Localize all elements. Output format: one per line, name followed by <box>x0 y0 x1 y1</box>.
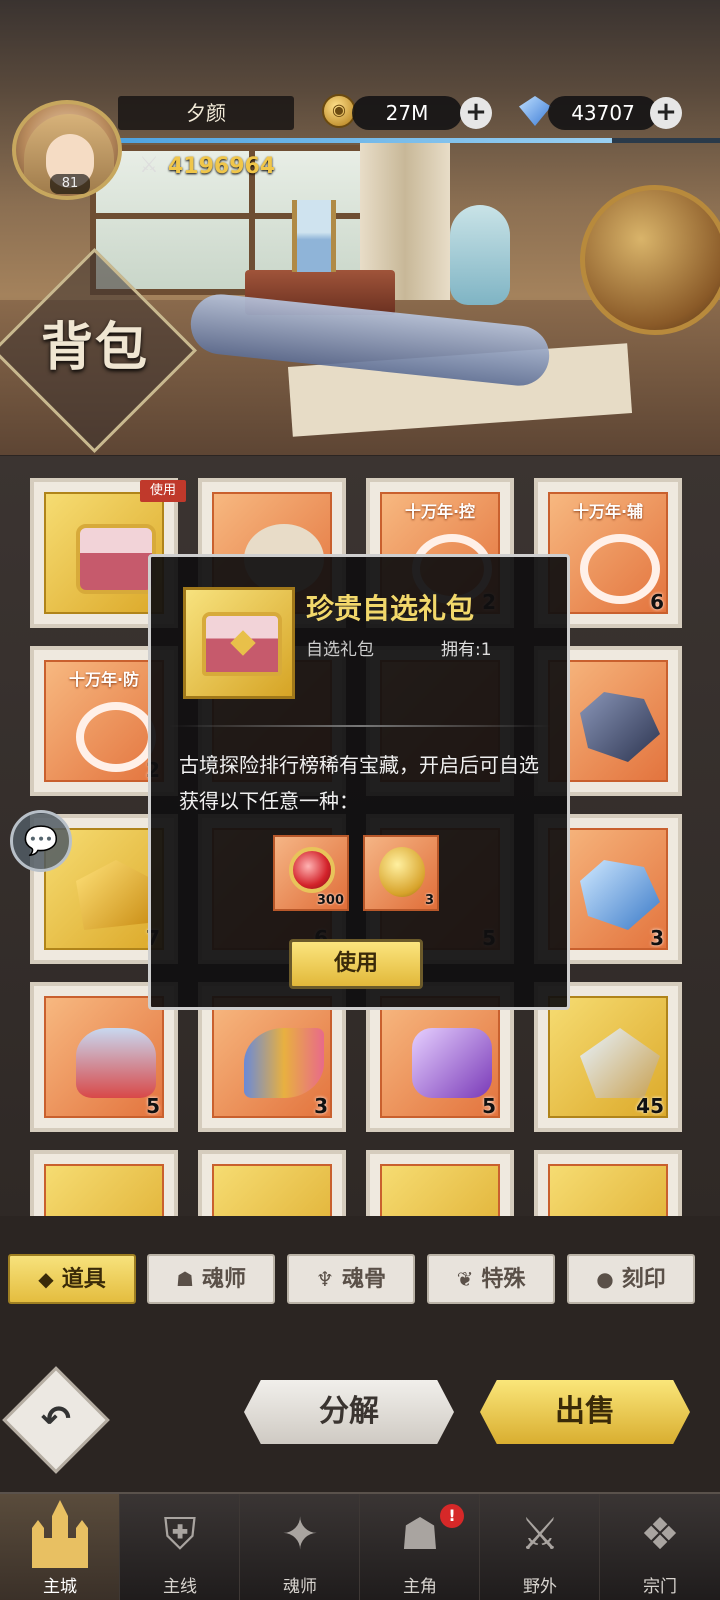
gold-medal-icon <box>379 847 425 897</box>
tab-soul-bone[interactable]: ♆ 魂骨 <box>287 1254 415 1304</box>
feather-icon: ❦ <box>456 1267 474 1291</box>
tab-props[interactable]: ◆ 道具 <box>8 1254 136 1304</box>
treasure-chest-icon <box>183 587 295 699</box>
nav-wild[interactable]: ⚔ 野外 <box>480 1494 600 1600</box>
castle-icon <box>32 1500 88 1568</box>
inventory-item[interactable] <box>30 1150 178 1216</box>
diamond-icon <box>519 96 551 126</box>
seal-icon: ● <box>596 1267 614 1291</box>
bottle-illustration <box>450 205 510 305</box>
item-detail-dialog: 珍贵自选礼包 自选礼包 拥有:1 古境探险排行榜稀有宝藏，开启后可自选获得以下任… <box>148 554 570 1010</box>
crest-icon: ⚔ <box>520 1509 560 1560</box>
add-gold-button[interactable]: + <box>460 97 492 129</box>
notification-badge: ! <box>440 1504 464 1528</box>
reward-option[interactable]: 3 <box>363 835 439 911</box>
inventory-item[interactable] <box>198 1150 346 1216</box>
chat-bubble-icon[interactable]: 💬 <box>10 810 72 872</box>
hourglass-illustration <box>292 200 336 272</box>
nav-main-line[interactable]: ⛨ 主线 <box>120 1494 240 1600</box>
tab-seal[interactable]: ● 刻印 <box>567 1254 695 1304</box>
shield-icon: ⛨ <box>163 1509 197 1560</box>
soul-master-icon: ☗ <box>176 1267 194 1291</box>
sell-button[interactable]: 出售 <box>480 1380 690 1444</box>
decompose-button[interactable]: 分解 <box>244 1380 454 1444</box>
soul-bone-icon: ♆ <box>316 1267 334 1291</box>
owned-count: 拥有:1 <box>441 640 492 660</box>
back-arrow-icon: ↶ <box>40 1399 72 1440</box>
combat-power: 4196964 <box>168 154 276 179</box>
category-tabs: ◆ 道具 ☗ 魂师 ♆ 魂骨 ❦ 特殊 ● 刻印 <box>0 1254 720 1308</box>
wings-icon: ❖ <box>640 1509 680 1560</box>
gold-coin-icon: ◉ <box>322 94 356 128</box>
globe-illustration <box>580 185 720 335</box>
item-description: 古境探险排行榜稀有宝藏，开启后可自选获得以下任意一种： <box>179 753 539 813</box>
in-use-tag: 使用 <box>140 480 186 502</box>
dialog-title: 珍贵自选礼包 <box>306 592 475 625</box>
item-type: 自选礼包 <box>306 640 374 660</box>
gold-amount: 27M <box>352 96 462 130</box>
divider <box>169 725 551 727</box>
nav-soul-master[interactable]: ✦ 魂师 <box>240 1494 360 1600</box>
red-orb-icon <box>289 847 335 893</box>
inventory-item[interactable] <box>366 1150 514 1216</box>
add-gems-button[interactable]: + <box>650 97 682 129</box>
bottom-nav: 主城 ⛨ 主线 ✦ 魂师 ☗ 主角 ! ⚔ 野外 ❖ 宗门 <box>0 1492 720 1600</box>
nav-main-city[interactable]: 主城 <box>0 1494 120 1600</box>
tab-soul-master[interactable]: ☗ 魂师 <box>147 1254 275 1304</box>
nav-protagonist[interactable]: ☗ 主角 ! <box>360 1494 480 1600</box>
reward-option[interactable]: 300 <box>273 835 349 911</box>
crossed-swords-icon: ⚔ <box>139 153 159 178</box>
page-title: 背包 <box>40 317 149 378</box>
inventory-item[interactable] <box>534 1150 682 1216</box>
diamond-icon: ✦ <box>281 1509 319 1560</box>
player-level: 81 <box>50 174 90 194</box>
gem-amount: 43707 <box>548 96 658 130</box>
tab-special[interactable]: ❦ 特殊 <box>427 1254 555 1304</box>
backpack-icon: ◆ <box>38 1267 54 1291</box>
backpack-scene: 背包 <box>0 0 720 455</box>
nav-sect[interactable]: ❖ 宗门 <box>600 1494 720 1600</box>
experience-bar <box>120 138 720 143</box>
player-name: 夕颜 <box>118 96 294 130</box>
use-button[interactable]: 使用 <box>289 939 423 989</box>
